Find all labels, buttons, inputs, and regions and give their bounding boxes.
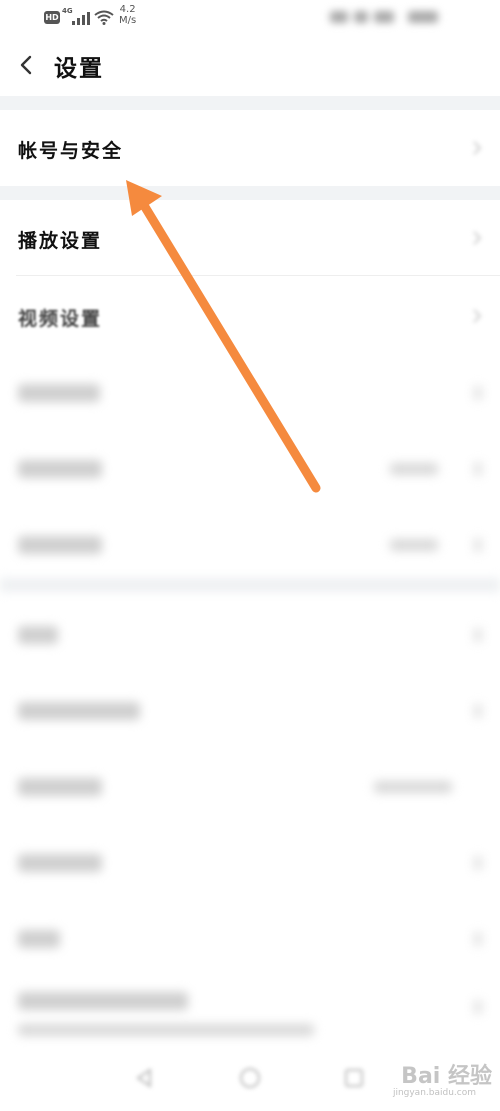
blurred-sublabel (18, 1024, 314, 1036)
chevron-right-icon (473, 141, 482, 155)
blurred-label (18, 854, 102, 872)
status-bar: HD 4G 4.2 M/s (0, 0, 500, 36)
back-arrow-icon[interactable] (14, 52, 40, 78)
blurred-chevron (474, 1000, 482, 1014)
blurred-chevron (474, 462, 482, 476)
settings-item-account-security[interactable]: 帐号与安全 (0, 110, 500, 186)
section-gap (0, 96, 500, 110)
blurred-chevron (474, 628, 482, 642)
blurred-chevron (474, 932, 482, 946)
blurred-settings-list (0, 360, 500, 1111)
blurred-chevron (474, 856, 482, 870)
watermark-url: jingyan.baidu.com (392, 1088, 476, 1098)
wifi-icon (94, 10, 114, 25)
blurred-value (390, 539, 438, 551)
chevron-right-icon (473, 231, 482, 245)
blurred-label (18, 992, 188, 1010)
page-title: 设置 (54, 55, 104, 82)
hd-badge: HD (44, 11, 60, 24)
watermark-logo: Bai 经验 (401, 1064, 492, 1089)
nav-back-icon[interactable] (132, 1066, 156, 1090)
blurred-chevron (474, 704, 482, 718)
nav-recent-icon[interactable] (342, 1066, 366, 1090)
signal-icon (72, 12, 90, 25)
settings-item-playback[interactable]: 播放设置 (0, 200, 500, 276)
blurred-chevron (474, 386, 482, 400)
nav-home-icon[interactable] (238, 1066, 262, 1090)
network-speed: 4.2 M/s (119, 4, 136, 26)
blurred-label (18, 702, 140, 720)
speed-unit: M/s (119, 15, 137, 26)
chevron-right-icon (473, 309, 482, 323)
settings-item-label: 帐号与安全 (18, 140, 124, 162)
header: 设置 (0, 36, 500, 96)
status-right-blurred (330, 9, 450, 25)
blurred-label (18, 778, 102, 796)
settings-item-label: 播放设置 (18, 230, 103, 252)
blurred-value (374, 781, 452, 793)
section-gap (0, 186, 500, 200)
settings-item-label: 视频设置 (18, 308, 103, 330)
blurred-value (390, 463, 438, 475)
blurred-label (18, 536, 102, 554)
blurred-label (18, 460, 102, 478)
blurred-label (18, 626, 58, 644)
blurred-label (18, 930, 60, 948)
speed-value: 4.2 (119, 4, 136, 15)
settings-item-video[interactable]: 视频设置 (0, 276, 500, 354)
blurred-label (18, 384, 100, 402)
blurred-chevron (474, 538, 482, 552)
